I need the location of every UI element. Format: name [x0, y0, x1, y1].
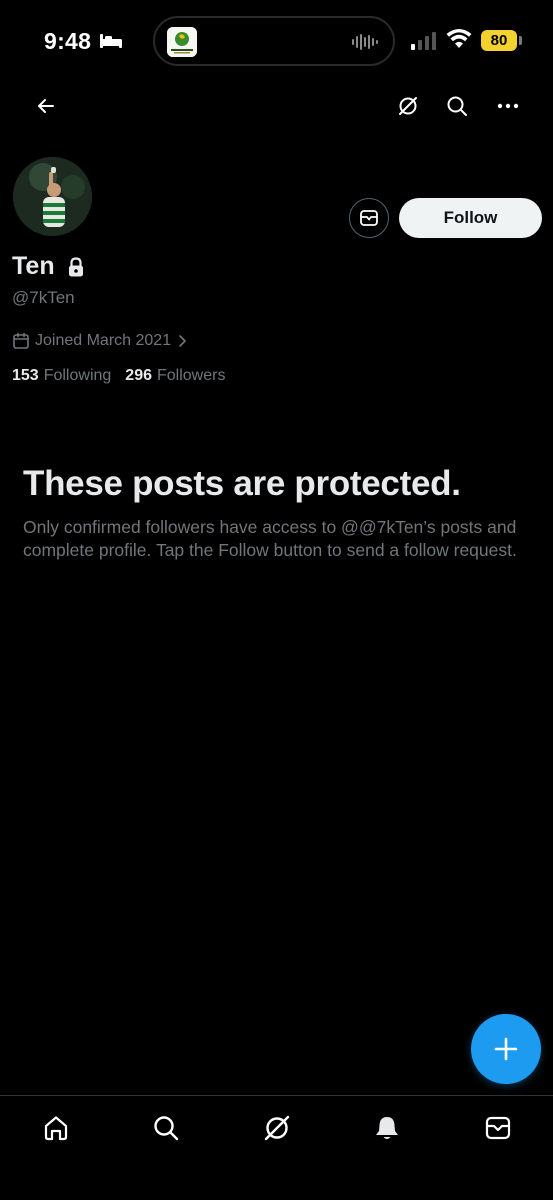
plus-icon [494, 1037, 518, 1061]
profile-avatar[interactable] [13, 157, 92, 236]
tab-home[interactable] [34, 1110, 78, 1146]
home-icon [44, 1116, 68, 1141]
tab-grok[interactable] [255, 1110, 299, 1146]
cellular-signal-icon [411, 32, 436, 50]
joined-date-text: Joined March 2021 [35, 332, 172, 349]
grok-button[interactable] [392, 90, 424, 122]
chevron-right-icon [179, 335, 186, 347]
compose-post-button[interactable] [471, 1014, 541, 1084]
lock-icon [69, 257, 83, 277]
tab-messages[interactable] [476, 1110, 520, 1146]
follow-stats: 153 Following 296 Followers [12, 367, 239, 385]
tab-notifications[interactable] [365, 1110, 409, 1146]
followers-count[interactable]: 296 [125, 367, 152, 385]
messages-icon [485, 1116, 511, 1140]
search-icon [154, 1116, 179, 1141]
status-time: 9:48 [44, 28, 92, 54]
bottom-tab-bar [0, 1095, 553, 1200]
protected-title: These posts are protected. [23, 464, 461, 503]
grok-icon [264, 1115, 290, 1141]
display-name: Ten [12, 252, 55, 280]
dynamic-island[interactable] [153, 16, 395, 66]
calendar-icon [13, 332, 29, 349]
follow-button[interactable]: Follow [399, 198, 542, 238]
message-button[interactable] [349, 198, 389, 238]
following-count[interactable]: 153 [12, 367, 39, 385]
search-icon [447, 96, 467, 116]
more-options-button[interactable] [492, 90, 524, 122]
audio-waveform-icon [352, 34, 378, 50]
wifi-icon [446, 29, 472, 48]
protected-description: Only confirmed followers have access to … [23, 517, 517, 560]
followers-label[interactable]: Followers [157, 367, 225, 385]
grok-icon [399, 97, 417, 115]
following-label[interactable]: Following [44, 367, 112, 385]
joined-date-row[interactable]: Joined March 2021 [12, 331, 192, 351]
status-bar: 9:48 80 [0, 0, 553, 80]
notifications-icon [376, 1117, 398, 1139]
tab-search[interactable] [144, 1110, 188, 1146]
search-button[interactable] [441, 90, 473, 122]
more-icon [497, 103, 519, 109]
back-button[interactable] [30, 90, 62, 122]
now-playing-app-icon [167, 27, 197, 57]
battery-icon: 80 [481, 30, 517, 51]
arrow-left-icon [38, 99, 54, 113]
envelope-icon [360, 210, 378, 226]
profile-handle: @7kTen [12, 288, 75, 307]
sleep-focus-icon [100, 34, 122, 48]
battery-cap [519, 36, 522, 45]
